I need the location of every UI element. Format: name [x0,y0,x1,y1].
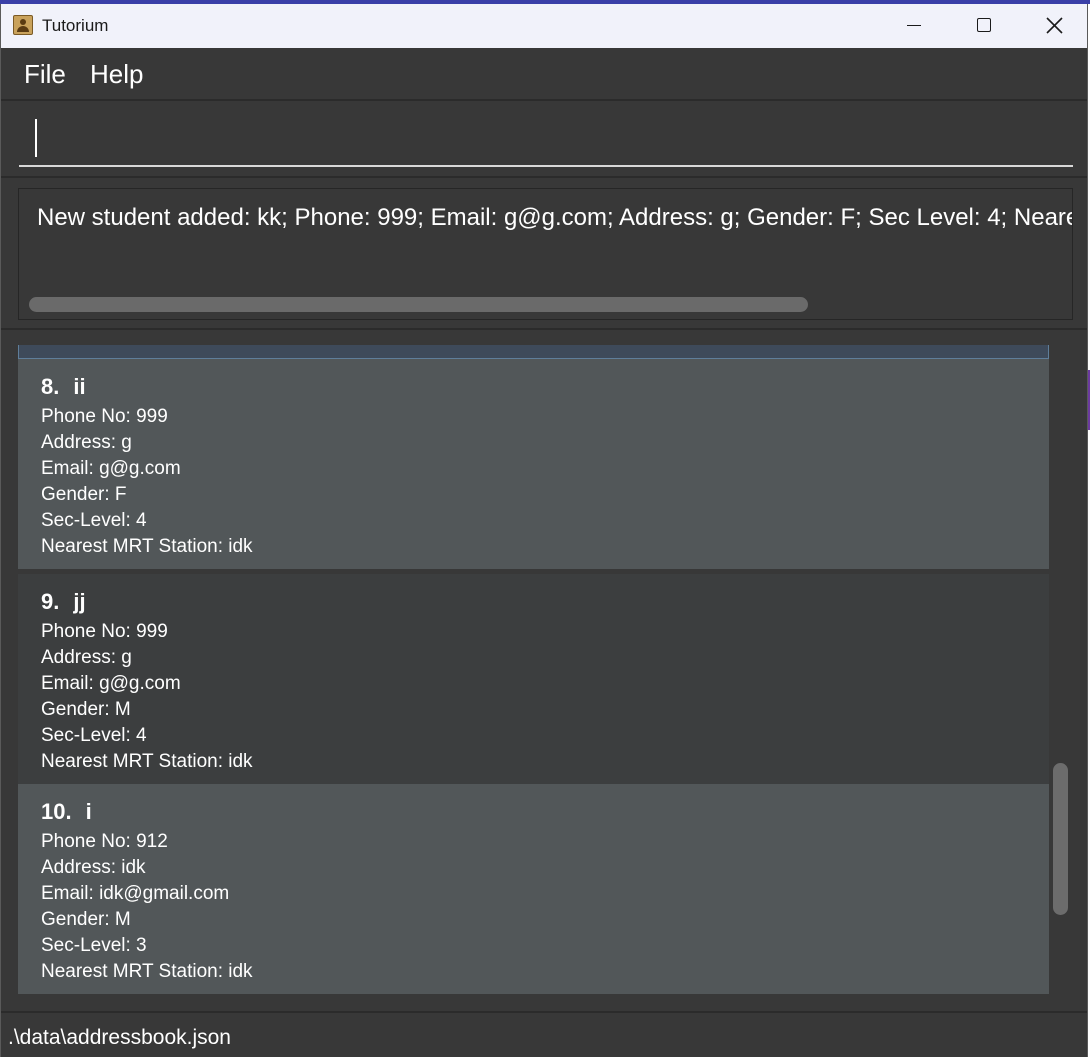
selected-list-item-edge[interactable] [18,345,1049,359]
student-email: Email: g@g.com [41,458,181,479]
command-input[interactable] [19,109,1073,167]
student-address: Address: g [41,647,132,668]
student-gender: Gender: M [41,909,131,930]
student-gender: Gender: F [41,484,127,505]
student-phone: Phone No: 912 [41,831,168,852]
data-file-path: .\data\addressbook.json [8,1026,231,1049]
student-index: 8. [41,374,60,399]
student-name: i [85,799,92,824]
result-display-panel: New student added: kk; Phone: 999; Email… [1,178,1087,330]
status-bar: .\data\addressbook.json [1,1011,1087,1057]
student-name-heading: 8. ii [41,373,86,401]
close-button[interactable] [1019,4,1087,48]
text-caret [35,119,37,157]
menu-help[interactable]: Help [90,59,143,89]
student-address: Address: idk [41,857,146,878]
maximize-icon [977,18,991,32]
close-icon [1046,17,1063,34]
student-gender: Gender: M [41,699,131,720]
minimize-icon [907,25,921,26]
result-display[interactable]: New student added: kk; Phone: 999; Email… [18,188,1073,320]
result-message: New student added: kk; Phone: 999; Email… [37,204,1073,231]
student-mrt: Nearest MRT Station: idk [41,751,253,772]
vertical-scrollbar[interactable] [1053,763,1068,915]
student-index: 10. [41,799,72,824]
student-sec-level: Sec-Level: 4 [41,510,147,531]
student-name-heading: 10. i [41,798,92,826]
window-title: Tutorium [42,16,109,35]
address-book-icon [13,15,33,35]
student-phone: Phone No: 999 [41,621,168,642]
student-mrt: Nearest MRT Station: idk [41,961,253,982]
student-address: Address: g [41,432,132,453]
student-list-panel: 8. ii Phone No: 999 Address: g Email: g@g… [1,330,1087,1011]
menu-bar: File Help [1,48,1087,101]
student-phone: Phone No: 999 [41,406,168,427]
student-name-heading: 9. jj [41,588,86,616]
student-sec-level: Sec-Level: 3 [41,935,147,956]
student-mrt: Nearest MRT Station: idk [41,536,253,557]
student-card-10[interactable]: 10. i Phone No: 912 Address: idk Email: i… [18,784,1049,994]
student-card-9[interactable]: 9. jj Phone No: 999 Address: g Email: g@g… [18,574,1049,784]
student-email: Email: idk@gmail.com [41,883,230,904]
maximize-button[interactable] [949,4,1019,48]
student-card-8[interactable]: 8. ii Phone No: 999 Address: g Email: g@g… [18,359,1049,569]
app-window: Tutorium File Help New student added: kk… [0,4,1088,1057]
student-index: 9. [41,589,60,614]
menu-file[interactable]: File [24,59,66,89]
horizontal-scrollbar[interactable] [29,297,808,312]
student-email: Email: g@g.com [41,673,181,694]
student-name: jj [73,589,86,614]
title-bar[interactable]: Tutorium [1,4,1087,48]
student-name: ii [73,374,86,399]
student-sec-level: Sec-Level: 4 [41,725,147,746]
minimize-button[interactable] [879,4,949,48]
command-box [1,101,1087,178]
